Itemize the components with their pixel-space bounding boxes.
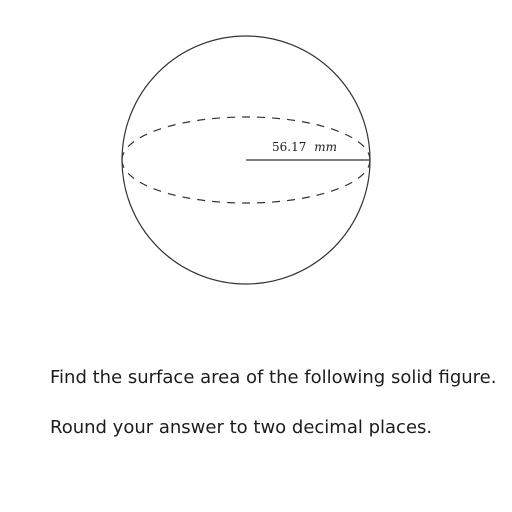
radius-label: 56.17 mm	[272, 140, 337, 154]
question-text: Find the surface area of the following s…	[50, 366, 500, 440]
question-line-2: Round your answer to two decimal places.	[50, 417, 433, 438]
sphere-figure: 56.17 mm	[0, 0, 512, 300]
sphere-diagram: 56.17 mm	[121, 35, 371, 285]
question-line-1: Find the surface area of the following s…	[50, 367, 497, 388]
equator-front-dashed	[121, 159, 371, 204]
radius-value: 56.17	[272, 140, 306, 154]
radius-unit: mm	[314, 140, 337, 154]
